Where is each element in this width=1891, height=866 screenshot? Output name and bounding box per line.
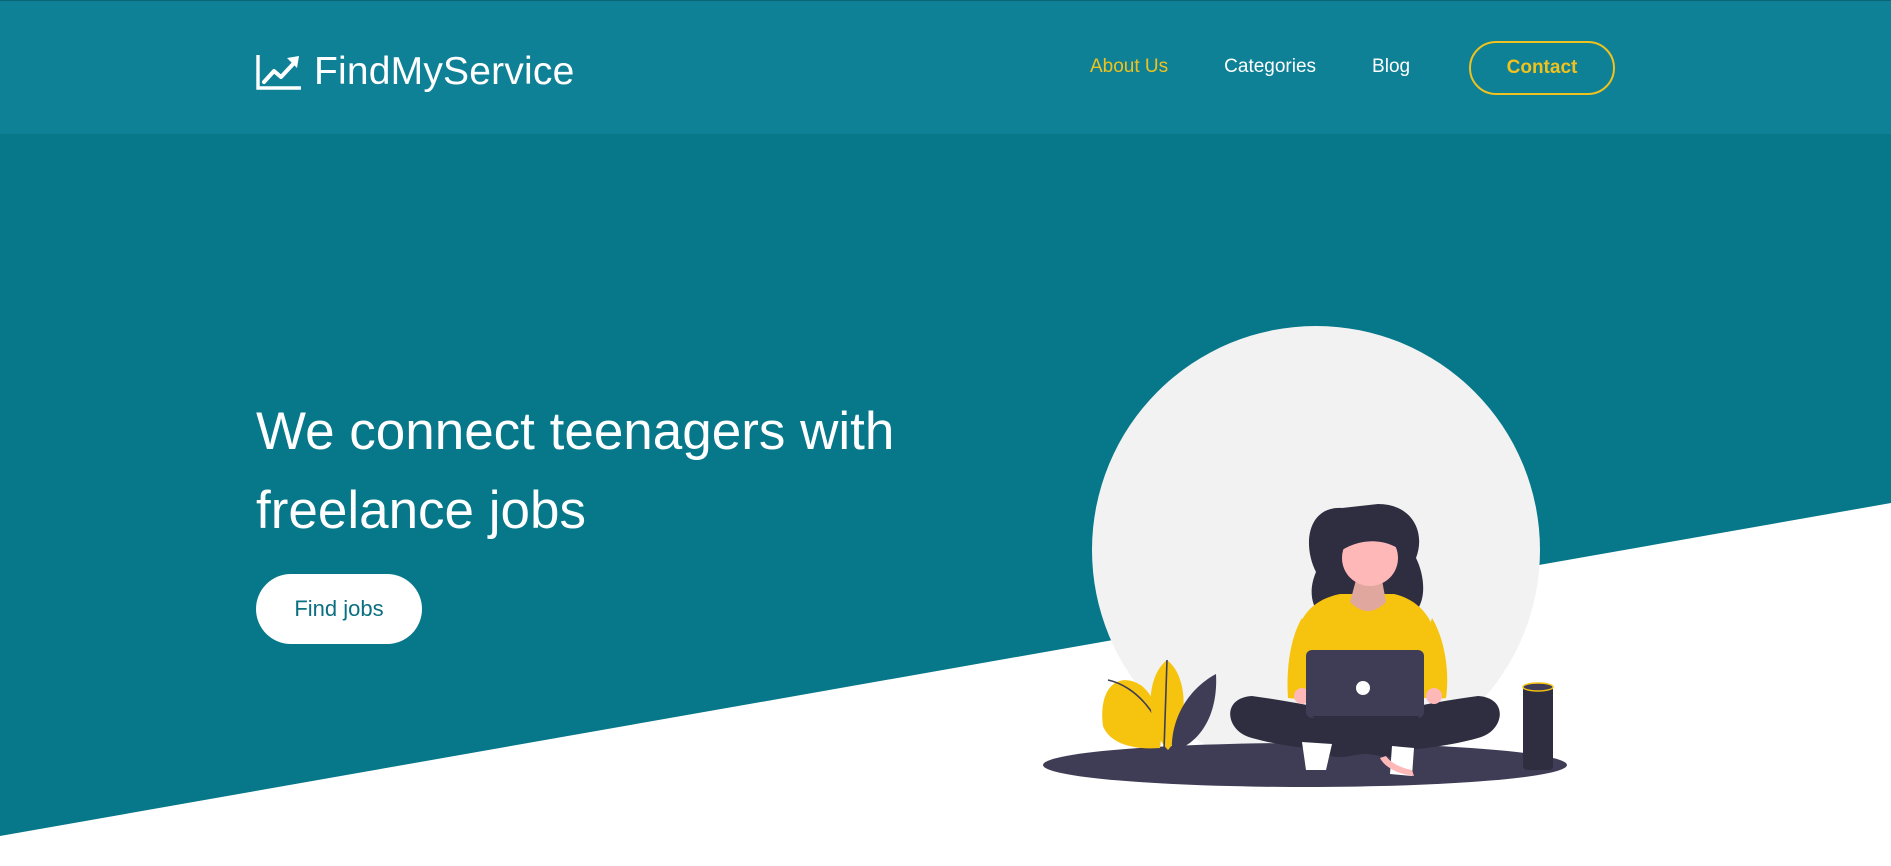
- navbar: FindMyService About Us Categories Blog C…: [0, 0, 1891, 134]
- nav-link-categories[interactable]: Categories: [1224, 56, 1316, 78]
- contact-button[interactable]: Contact: [1469, 41, 1615, 95]
- nav-link-about-us[interactable]: About Us: [1090, 56, 1168, 78]
- landing-page: FindMyService About Us Categories Blog C…: [0, 0, 1891, 866]
- main-nav: About Us Categories Blog: [1090, 53, 1466, 81]
- brand-logo-link[interactable]: FindMyService: [256, 49, 575, 95]
- trending-up-chart-icon: [256, 55, 301, 90]
- find-jobs-button[interactable]: Find jobs: [256, 574, 422, 644]
- nav-link-blog[interactable]: Blog: [1372, 56, 1410, 78]
- brand-name: FindMyService: [314, 50, 575, 93]
- woman-with-laptop-illustration: [1043, 326, 1567, 787]
- hero-title: We connect teenagers with freelance jobs: [256, 402, 895, 540]
